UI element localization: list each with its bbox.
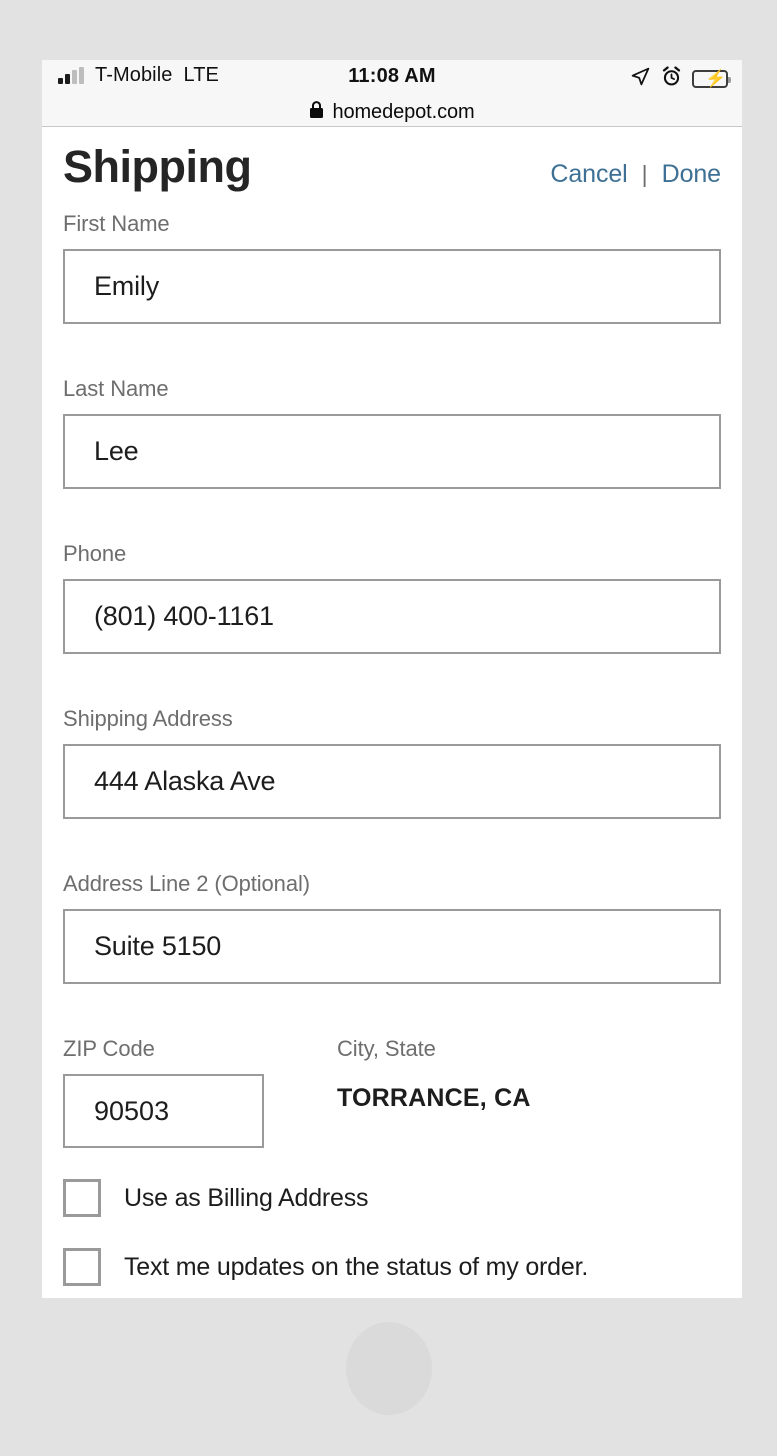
text-updates-checkbox[interactable]	[63, 1248, 101, 1286]
phone-device-frame: T-Mobile LTE 11:08 AM ⚡ homedepot.com Sh…	[5, 5, 772, 1451]
address-line-2-input[interactable]	[63, 909, 721, 984]
checkbox-row-billing-address[interactable]: Use as Billing Address	[63, 1179, 721, 1217]
alarm-clock-icon	[661, 66, 682, 92]
field-first-name: First Name	[63, 211, 721, 324]
last-name-label: Last Name	[63, 376, 169, 401]
use-as-billing-address-label: Use as Billing Address	[124, 1183, 369, 1212]
text-updates-label: Text me updates on the status of my orde…	[124, 1252, 589, 1281]
page-title: Shipping	[63, 141, 252, 192]
shipping-address-input[interactable]	[63, 744, 721, 819]
battery-charging-icon: ⚡	[692, 70, 731, 88]
use-as-billing-address-checkbox[interactable]	[63, 1179, 101, 1217]
header-divider: |	[641, 161, 648, 187]
zip-code-input[interactable]	[63, 1074, 264, 1148]
city-state-value: TORRANCE, CA	[337, 1084, 531, 1112]
city-state-label: City, State	[337, 1036, 436, 1061]
field-shipping-address: Shipping Address	[63, 706, 721, 819]
lock-icon	[309, 101, 324, 124]
status-bar-right: ⚡	[630, 66, 731, 92]
field-last-name: Last Name	[63, 376, 721, 489]
phone-screen: T-Mobile LTE 11:08 AM ⚡ homedepot.com Sh…	[42, 60, 742, 1298]
field-zip-code: ZIP Code	[63, 1036, 300, 1148]
phone-label: Phone	[63, 541, 127, 566]
first-name-label: First Name	[63, 211, 170, 236]
phone-input[interactable]	[63, 579, 721, 654]
address-line-2-label: Address Line 2 (Optional)	[63, 871, 310, 896]
last-name-input[interactable]	[63, 414, 721, 489]
first-name-input[interactable]	[63, 249, 721, 324]
location-arrow-icon	[630, 66, 651, 92]
url-bar[interactable]: homedepot.com	[42, 98, 742, 127]
url-text: homedepot.com	[332, 101, 475, 123]
browser-chrome: T-Mobile LTE 11:08 AM ⚡ homedepot.com	[42, 60, 742, 127]
field-address-line-2: Address Line 2 (Optional)	[63, 871, 721, 984]
field-city-state: City, State TORRANCE, CA	[300, 1036, 531, 1113]
zip-city-row: ZIP Code City, State TORRANCE, CA	[63, 1036, 721, 1148]
checkbox-row-text-updates[interactable]: Text me updates on the status of my orde…	[63, 1248, 721, 1286]
field-phone: Phone	[63, 541, 721, 654]
status-bar: T-Mobile LTE 11:08 AM ⚡	[42, 60, 742, 98]
shipping-address-label: Shipping Address	[63, 706, 233, 731]
shipping-form-page: Shipping Cancel | Done First Name Last N…	[42, 127, 742, 1298]
done-button[interactable]: Done	[662, 160, 721, 189]
page-header: Shipping Cancel | Done	[63, 127, 721, 211]
cancel-button[interactable]: Cancel	[550, 160, 627, 189]
home-button[interactable]	[346, 1322, 432, 1415]
zip-code-label: ZIP Code	[63, 1036, 155, 1061]
header-actions: Cancel | Done	[550, 160, 721, 193]
